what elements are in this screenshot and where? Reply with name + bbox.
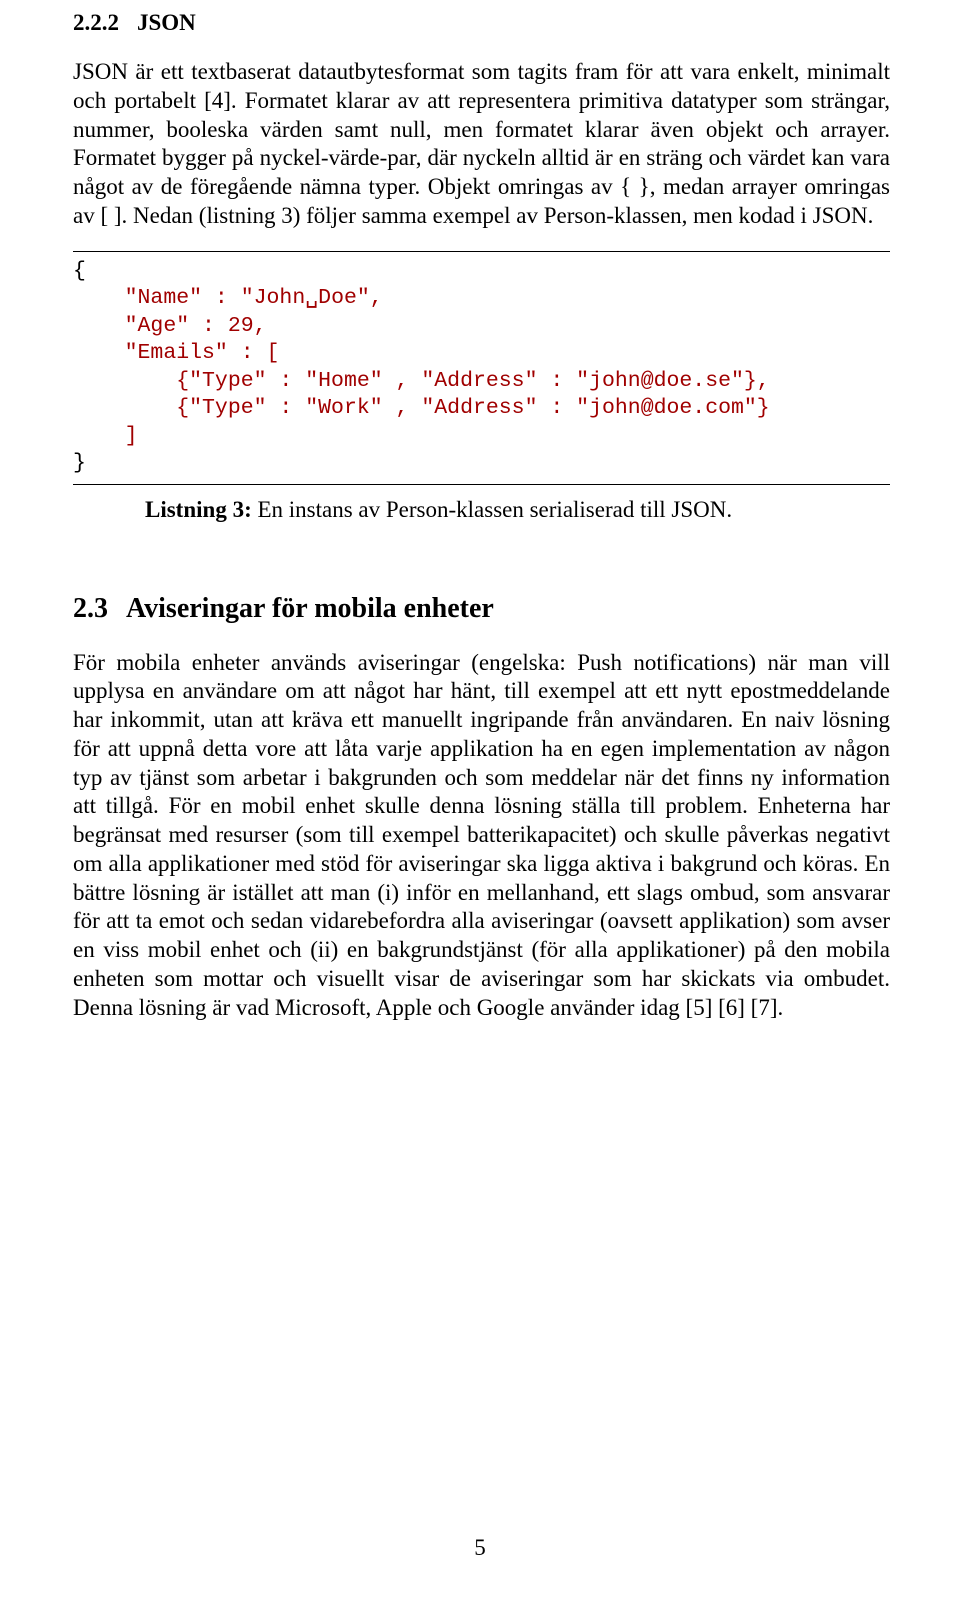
subsection-title: JSON [137, 10, 196, 35]
subsection-number: 2.2.2 [73, 10, 119, 35]
subsection-heading-222: 2.2.2 JSON [73, 10, 890, 36]
listing-caption-label: Listning 3: [145, 497, 252, 522]
page-number: 5 [0, 1535, 960, 1561]
listing-3-caption: Listning 3: En instans av Person-klassen… [145, 497, 890, 523]
page: 2.2.2 JSON JSON är ett textbaserat dataut… [0, 0, 960, 1605]
section-heading-23: 2.3 Aviseringar för mobila enheter [73, 593, 890, 625]
listing-3-block: { "Name" : "John␣Doe", "Age" : 29, "Emai… [73, 251, 890, 523]
paragraph-222: JSON är ett textbaserat datautbytesforma… [73, 58, 890, 231]
listing-rule-top [73, 251, 890, 252]
listing-rule-bottom [73, 484, 890, 485]
section-title: Aviseringar för mobila enheter [126, 593, 494, 624]
listing-caption-text: En instans av Person-klassen serialisera… [252, 497, 732, 522]
code-listing-3: { "Name" : "John␣Doe", "Age" : 29, "Emai… [73, 258, 890, 478]
section-number: 2.3 [73, 593, 108, 624]
paragraph-23: För mobila enheter används aviseringar (… [73, 649, 890, 1023]
